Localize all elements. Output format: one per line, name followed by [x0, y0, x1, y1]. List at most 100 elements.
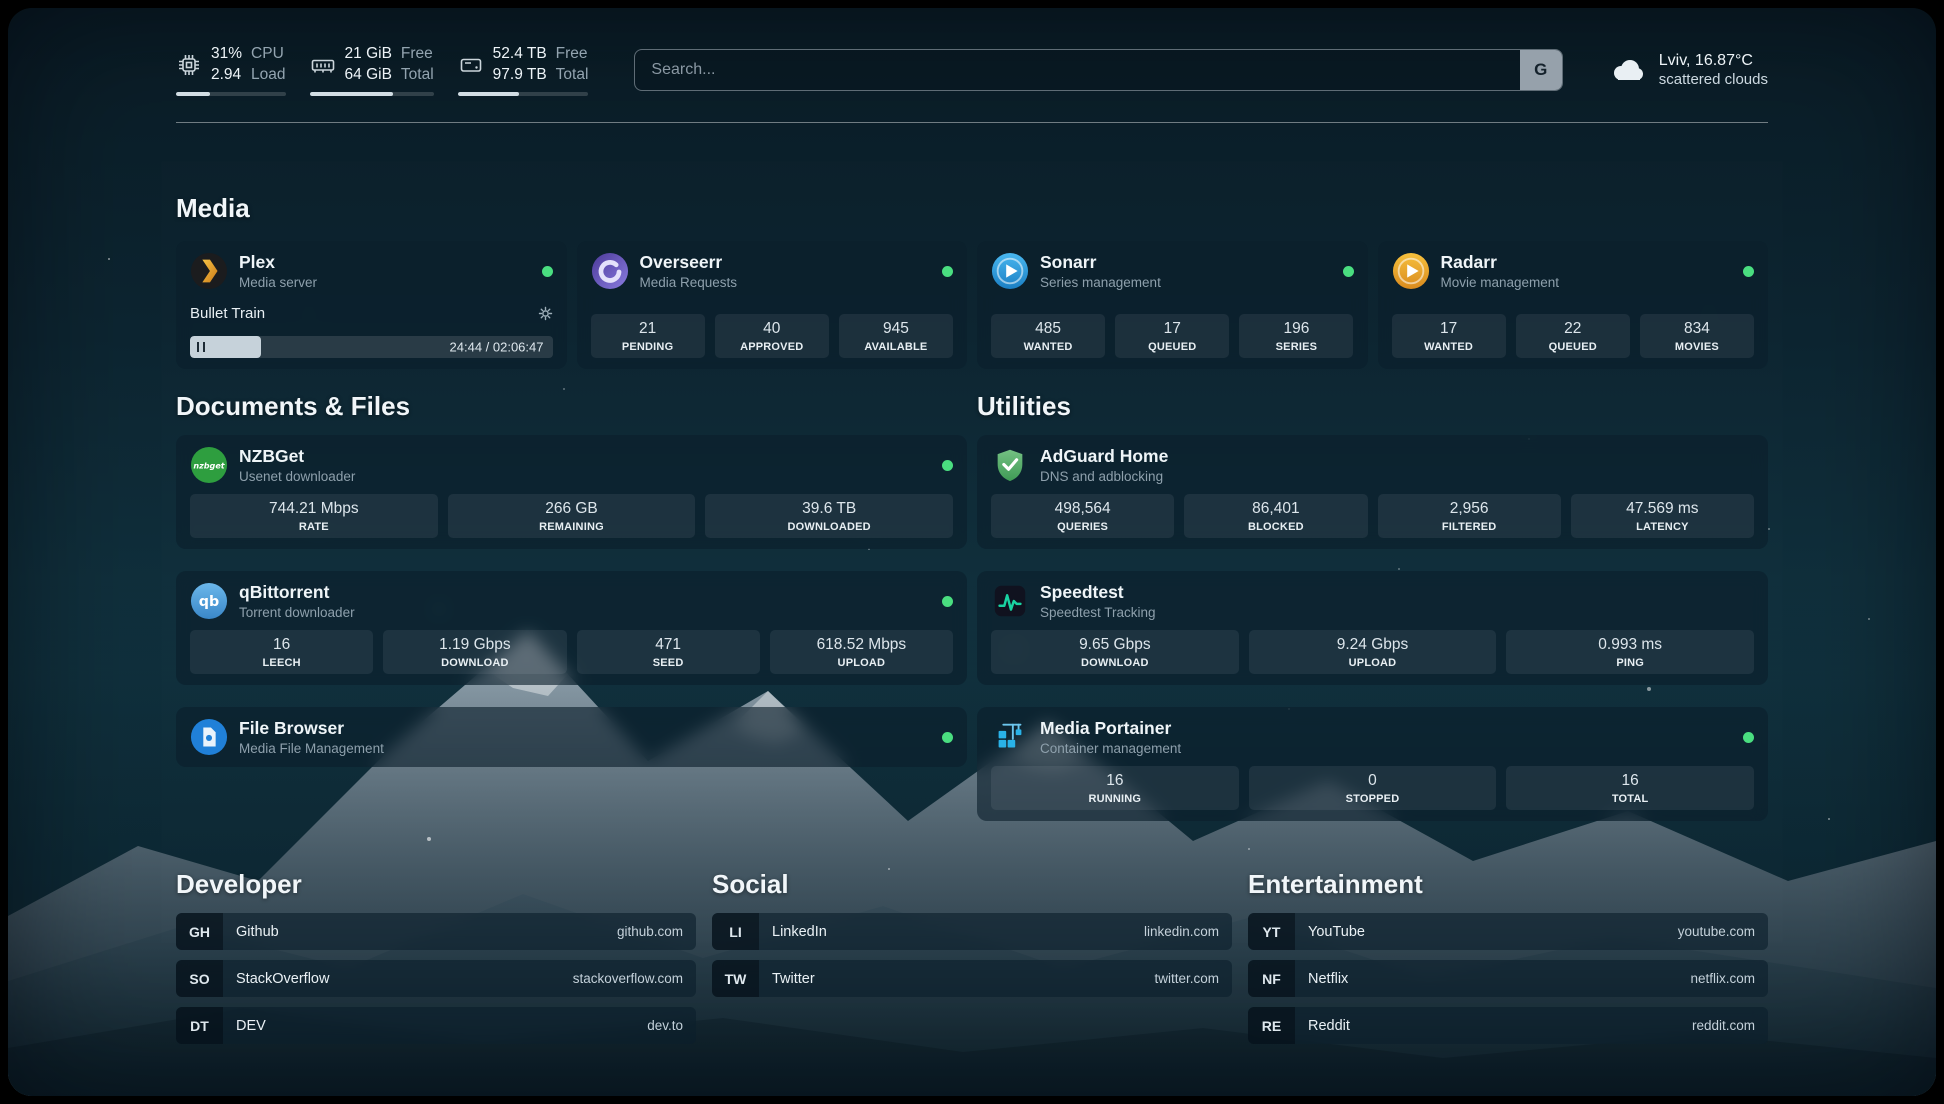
bookmark-stackoverflow[interactable]: SO StackOverflow stackoverflow.com	[176, 960, 696, 997]
bookmark-twitter[interactable]: TW Twitter twitter.com	[712, 960, 1232, 997]
portainer-stat-stopped: 0 STOPPED	[1249, 766, 1497, 810]
nzbget-stat-downloaded: 39.6 TB DOWNLOADED	[705, 494, 953, 538]
bookmark-abbr: TW	[712, 960, 759, 997]
search-input[interactable]	[634, 49, 1562, 91]
sonarr-stat-wanted: 485 WANTED	[991, 314, 1105, 358]
cloud-icon	[1607, 50, 1647, 90]
adguard-card[interactable]: AdGuard Home DNS and adblocking 498,564 …	[977, 435, 1768, 549]
speedtest-subtitle: Speedtest Tracking	[1040, 605, 1156, 620]
bookmark-name: Netflix	[1308, 971, 1348, 987]
cpu-icon	[176, 52, 202, 78]
qbittorrent-stat-upload: 618.52 Mbps UPLOAD	[770, 630, 953, 674]
bookmark-name: Github	[236, 924, 279, 940]
sonarr-status-dot	[1343, 266, 1354, 277]
overseerr-icon	[591, 252, 629, 290]
disk-total-value: 97.9 TB	[493, 65, 547, 85]
portainer-card[interactable]: Media Portainer Container management 16 …	[977, 707, 1768, 821]
bookmark-url: stackoverflow.com	[573, 971, 683, 986]
playback-progress-bar: 24:44 / 02:06:47	[190, 336, 553, 358]
header-divider	[176, 122, 1768, 123]
cpu-usage-value: 31%	[211, 44, 242, 64]
bookmark-url: netflix.com	[1690, 971, 1755, 986]
radarr-stat-wanted: 17 WANTED	[1392, 314, 1506, 358]
portainer-title: Media Portainer	[1040, 718, 1181, 739]
sonarr-title: Sonarr	[1040, 252, 1161, 273]
bookmark-name: DEV	[236, 1018, 266, 1034]
bookmark-github[interactable]: GH Github github.com	[176, 913, 696, 950]
portainer-icon	[991, 718, 1029, 756]
settings-gear-icon[interactable]	[538, 306, 553, 321]
adguard-stat-blocked: 86,401 BLOCKED	[1184, 494, 1367, 538]
nzbget-card[interactable]: nzbget NZBGet Usenet downloader 74	[176, 435, 967, 549]
plex-card[interactable]: Plex Media server Bullet Train	[176, 241, 567, 369]
plex-title: Plex	[239, 252, 317, 273]
bookmark-name: LinkedIn	[772, 924, 827, 940]
now-playing-title: Bullet Train	[190, 305, 265, 322]
nzbget-title: NZBGet	[239, 446, 355, 467]
entertainment-bookmarks: Entertainment YT YouTube youtube.com NF …	[1248, 869, 1768, 1044]
qbittorrent-card[interactable]: qb qBittorrent Torrent downloader	[176, 571, 967, 685]
overseerr-title: Overseerr	[640, 252, 738, 273]
sonarr-subtitle: Series management	[1040, 275, 1161, 290]
cpu-label: CPU	[251, 44, 285, 64]
playback-time: 24:44 / 02:06:47	[450, 340, 544, 355]
radarr-stat-queued: 22 QUEUED	[1516, 314, 1630, 358]
bookmark-url: github.com	[617, 924, 683, 939]
utilities-section-heading: Utilities	[977, 391, 1768, 421]
sonarr-card[interactable]: Sonarr Series management 485 WANTED 17 Q…	[977, 241, 1368, 369]
nzbget-stat-remaining: 266 GB REMAINING	[448, 494, 696, 538]
speedtest-stat-ping: 0.993 ms PING	[1506, 630, 1754, 674]
weather-location: Lviv, 16.87°C	[1659, 52, 1768, 70]
adguard-icon	[991, 446, 1029, 484]
bookmark-name: StackOverflow	[236, 971, 329, 987]
bookmark-url: reddit.com	[1692, 1018, 1755, 1033]
bookmark-abbr: DT	[176, 1007, 223, 1044]
overseerr-stat-pending: 21 PENDING	[591, 314, 705, 358]
filebrowser-subtitle: Media File Management	[239, 741, 384, 756]
bookmark-netflix[interactable]: NF Netflix netflix.com	[1248, 960, 1768, 997]
documents-section-heading: Documents & Files	[176, 391, 967, 421]
plex-status-dot	[542, 266, 553, 277]
svg-text:qb: qb	[199, 594, 219, 610]
radarr-card[interactable]: Radarr Movie management 17 WANTED 22 QUE…	[1378, 241, 1769, 369]
speedtest-stat-download: 9.65 Gbps DOWNLOAD	[991, 630, 1239, 674]
bookmark-url: dev.to	[647, 1018, 683, 1033]
media-section-heading: Media	[176, 193, 1768, 223]
disk-total-label: Total	[556, 65, 589, 85]
adguard-stat-queries: 498,564 QUERIES	[991, 494, 1174, 538]
nzbget-stat-rate: 744.21 Mbps RATE	[190, 494, 438, 538]
speedtest-title: Speedtest	[1040, 582, 1156, 603]
disk-icon	[458, 52, 484, 78]
qbittorrent-stat-download: 1.19 Gbps DOWNLOAD	[383, 630, 566, 674]
adguard-title: AdGuard Home	[1040, 446, 1168, 467]
bookmark-reddit[interactable]: RE Reddit reddit.com	[1248, 1007, 1768, 1044]
bookmark-linkedin[interactable]: LI LinkedIn linkedin.com	[712, 913, 1232, 950]
svg-text:nzbget: nzbget	[193, 461, 225, 470]
search-provider-button[interactable]: G	[1520, 50, 1562, 90]
entertainment-heading: Entertainment	[1248, 869, 1768, 899]
utilities-column: Utilities	[977, 391, 1768, 821]
filebrowser-card[interactable]: File Browser Media File Management	[176, 707, 967, 767]
bookmark-youtube[interactable]: YT YouTube youtube.com	[1248, 913, 1768, 950]
bookmark-name: Reddit	[1308, 1018, 1350, 1034]
portainer-status-dot	[1743, 732, 1754, 743]
adguard-subtitle: DNS and adblocking	[1040, 469, 1168, 484]
overseerr-card[interactable]: Overseerr Media Requests 21 PENDING 40 A…	[577, 241, 968, 369]
overseerr-stat-approved: 40 APPROVED	[715, 314, 829, 358]
bookmark-abbr: GH	[176, 913, 223, 950]
sonarr-stat-series: 196 SERIES	[1239, 314, 1353, 358]
bookmark-abbr: NF	[1248, 960, 1295, 997]
bookmark-dev[interactable]: DT DEV dev.to	[176, 1007, 696, 1044]
plex-icon	[190, 252, 228, 290]
bookmark-url: linkedin.com	[1144, 924, 1219, 939]
memory-icon	[310, 52, 336, 78]
portainer-stat-total: 16 TOTAL	[1506, 766, 1754, 810]
nzbget-subtitle: Usenet downloader	[239, 469, 355, 484]
speedtest-card[interactable]: Speedtest Speedtest Tracking 9.65 Gbps D…	[977, 571, 1768, 685]
speedtest-stat-upload: 9.24 Gbps UPLOAD	[1249, 630, 1497, 674]
social-bookmarks: Social LI LinkedIn linkedin.com TW Twitt…	[712, 869, 1232, 997]
qbittorrent-stat-seed: 471 SEED	[577, 630, 760, 674]
adguard-stat-filtered: 2,956 FILTERED	[1378, 494, 1561, 538]
memory-free-label: Free	[401, 44, 434, 64]
portainer-stat-running: 16 RUNNING	[991, 766, 1239, 810]
